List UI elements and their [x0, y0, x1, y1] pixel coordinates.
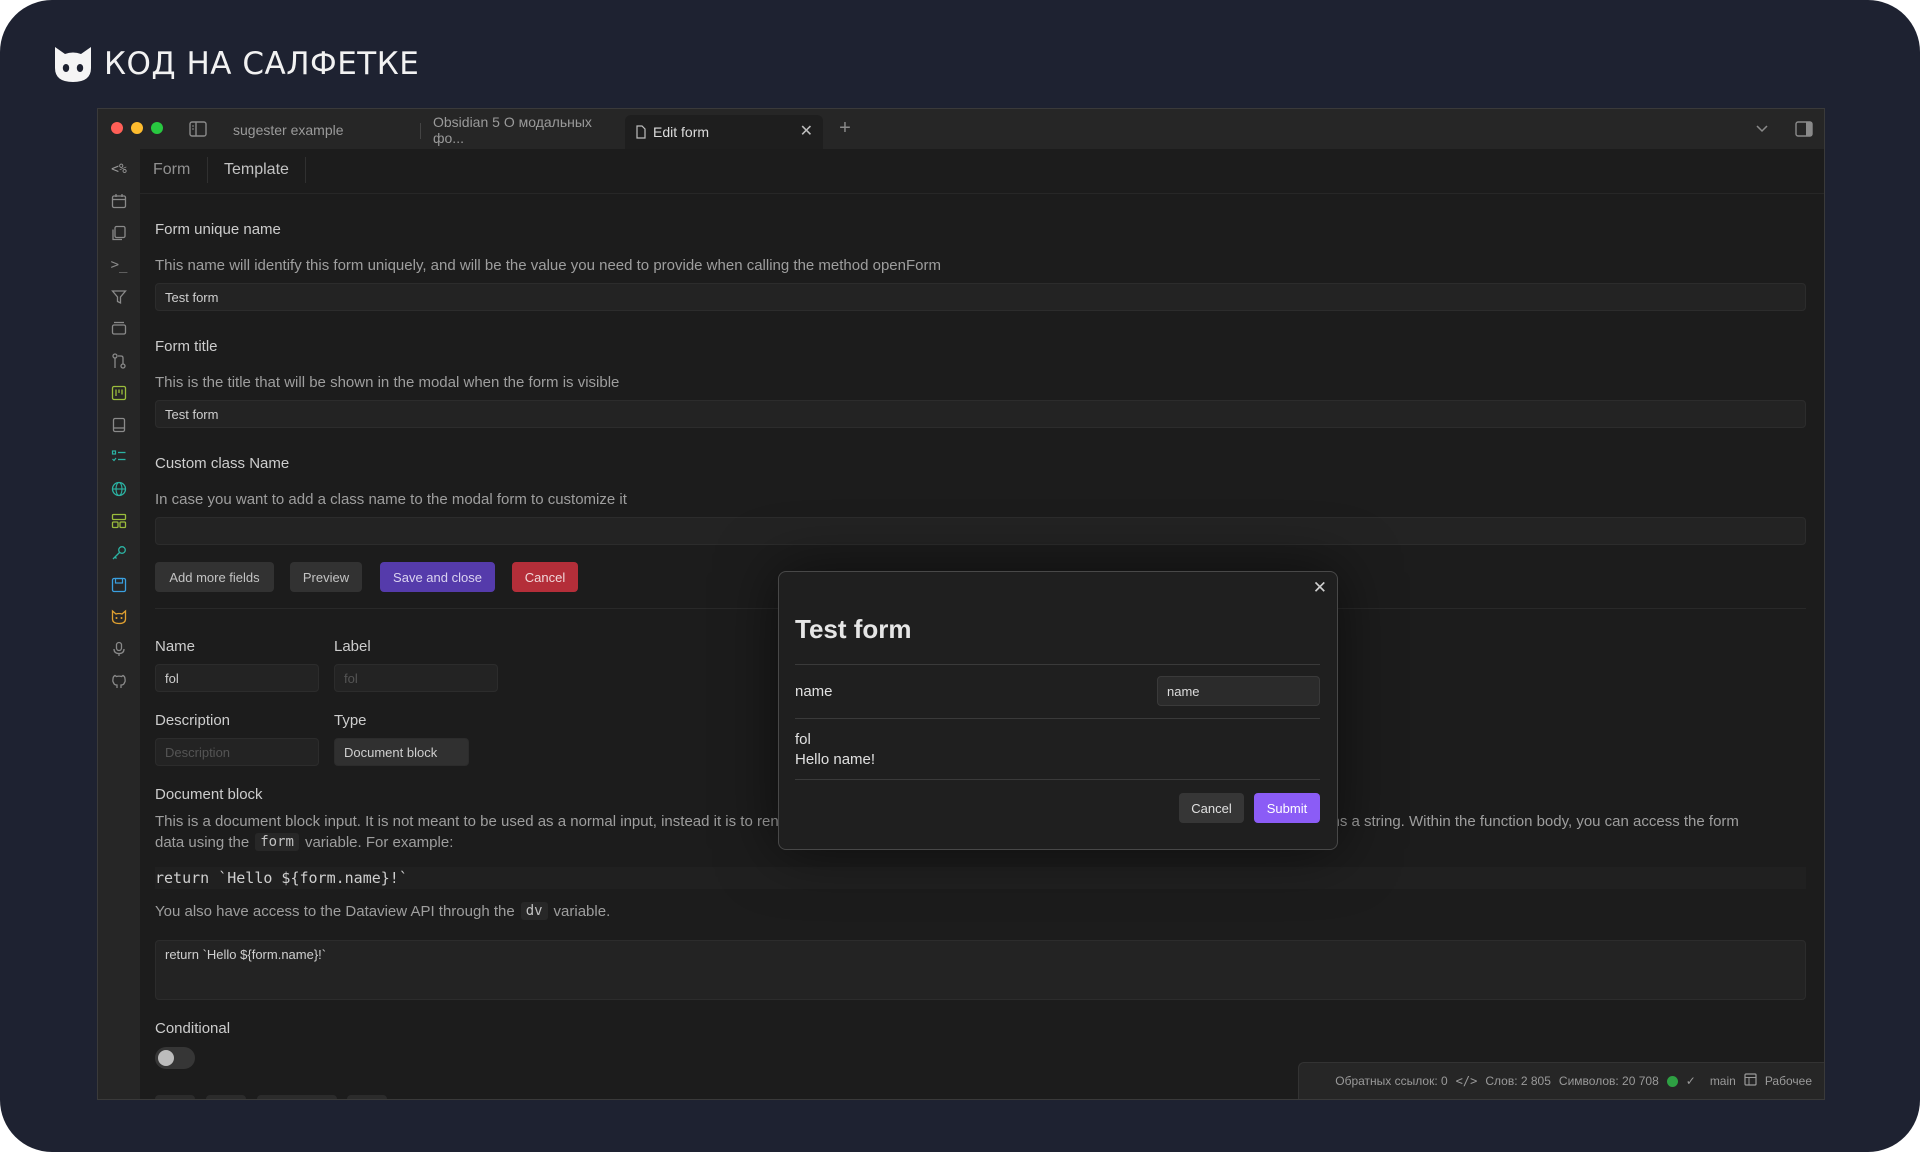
- backlinks-count[interactable]: Обратных ссылок: 0: [1335, 1074, 1447, 1088]
- mic-icon[interactable]: [109, 639, 129, 659]
- app-window: sugester example Obsidian 5 О модальных …: [97, 108, 1825, 1100]
- modal-close-icon[interactable]: ✕: [1313, 578, 1327, 598]
- tab-sugester-example[interactable]: sugester example: [233, 116, 413, 144]
- github-icon[interactable]: [109, 671, 129, 691]
- modal-divider: [795, 779, 1320, 780]
- modal-divider: [795, 664, 1320, 665]
- code-icon[interactable]: </>: [1456, 1074, 1478, 1088]
- tab-divider: [420, 123, 421, 139]
- doc-line: Hello name!: [795, 751, 876, 768]
- input-value: name: [1167, 683, 1200, 699]
- close-window-button[interactable]: [111, 122, 123, 134]
- chevron-down-icon[interactable]: [1752, 119, 1772, 139]
- calendar-icon[interactable]: [109, 191, 129, 211]
- sync-status-icon[interactable]: [1666, 1075, 1678, 1087]
- minimize-window-button[interactable]: [131, 122, 143, 134]
- doc-line: fol: [795, 731, 811, 748]
- terminal-icon[interactable]: >_: [109, 255, 129, 275]
- kanban-icon[interactable]: [109, 383, 129, 403]
- brand: КОД НА САЛФЕТКЕ: [52, 44, 419, 84]
- layers-icon[interactable]: [109, 319, 129, 339]
- modal-cancel-button[interactable]: Cancel: [1179, 793, 1244, 823]
- layout-icon[interactable]: [109, 511, 129, 531]
- maximize-window-button[interactable]: [151, 122, 163, 134]
- close-tab-icon[interactable]: ✕: [800, 121, 813, 141]
- brand-title: КОД НА САЛФЕТКЕ: [104, 46, 420, 82]
- modal-doc-block: fol Hello name!: [795, 730, 875, 770]
- sidebar-toggle-icon[interactable]: [188, 119, 208, 139]
- filter-icon[interactable]: [109, 287, 129, 307]
- key-icon[interactable]: [109, 543, 129, 563]
- modal-title: Test form: [795, 614, 912, 644]
- word-count: Слов: 2 805: [1485, 1074, 1551, 1088]
- modal-divider: [795, 718, 1320, 719]
- templater-icon[interactable]: <%: [109, 159, 129, 179]
- tab-label: Obsidian 5 О модальных фо...: [433, 114, 592, 146]
- tab-label: sugester example: [233, 122, 344, 138]
- tab-edit-form[interactable]: Edit form ✕: [625, 115, 823, 149]
- vault-name[interactable]: Рабочее: [1765, 1074, 1812, 1088]
- left-ribbon: <% >_: [98, 149, 141, 1099]
- char-count: Символов: 20 708: [1558, 1074, 1659, 1088]
- tab-obsidian-5[interactable]: Obsidian 5 О модальных фо...: [433, 114, 623, 146]
- git-icon[interactable]: [109, 351, 129, 371]
- right-sidebar-toggle-icon[interactable]: [1794, 119, 1814, 139]
- new-tab-icon[interactable]: +: [834, 117, 856, 139]
- tab-label: Edit form: [653, 124, 710, 140]
- status-bar: Обратных ссылок: 0 </> Слов: 2 805 Симво…: [1298, 1062, 1824, 1099]
- modal-name-input[interactable]: name: [1157, 676, 1320, 706]
- file-icon: [636, 125, 646, 139]
- git-branch[interactable]: main: [1710, 1074, 1736, 1088]
- files-icon[interactable]: [109, 223, 129, 243]
- check-icon[interactable]: ✓: [1686, 1074, 1696, 1088]
- book-icon[interactable]: [109, 415, 129, 435]
- modal-submit-button[interactable]: Submit: [1254, 793, 1320, 823]
- checklist-icon[interactable]: [109, 447, 129, 467]
- cat-face-icon: [55, 47, 91, 82]
- cat-icon[interactable]: [109, 607, 129, 627]
- globe-icon[interactable]: [109, 479, 129, 499]
- title-bar: sugester example Obsidian 5 О модальных …: [98, 109, 1824, 150]
- modal-field-label: name: [795, 683, 833, 700]
- save-icon[interactable]: [109, 575, 129, 595]
- vault-icon[interactable]: [1744, 1073, 1757, 1089]
- background-frame: КОД НА САЛФЕТКЕ sugester example Obsidia…: [0, 0, 1920, 1152]
- form-preview-modal: ✕ Test form name name fol Hello name! Ca…: [778, 571, 1338, 850]
